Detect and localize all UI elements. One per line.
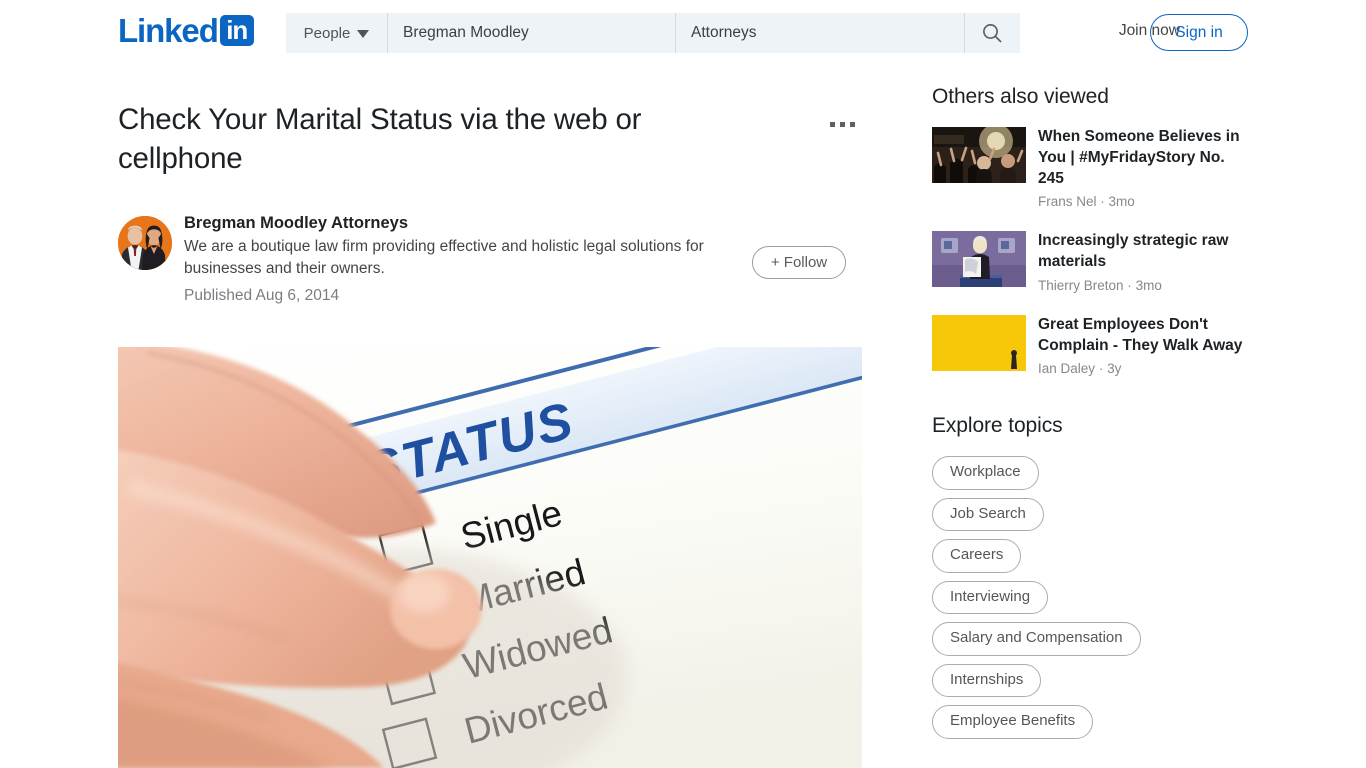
author-byline: Bregman Moodley Attorneys We are a bouti… [118,213,862,308]
podium-speaker-thumbnail [932,231,1026,288]
global-header: Linked in People Join now Sign in [0,0,1366,66]
list-item-meta: Thierry Breton · 3mo [1038,278,1252,293]
topic-pill-employee-benefits[interactable]: Employee Benefits [932,705,1094,739]
list-item-body: Great Employees Don't Complain - They Wa… [1038,315,1252,377]
article-header: Check Your Marital Status via the web or… [118,100,862,178]
list-item-author: Ian Daley [1038,361,1096,377]
logo-in-badge: in [219,15,254,46]
meta-separator: · [1127,277,1132,293]
list-item-meta: Ian Daley · 3y [1038,361,1252,376]
search-icon [982,24,1002,43]
follow-button[interactable]: + Follow [752,246,846,279]
sign-in-button[interactable]: Sign in [1150,14,1248,51]
avatar[interactable] [118,216,172,270]
search-submit-button[interactable] [964,13,1018,53]
ellipsis-icon[interactable] [830,122,855,127]
crowd-concert-thumbnail [932,127,1026,183]
author-description: We are a boutique law firm providing eff… [184,238,704,278]
topic-pill-internships[interactable]: Internships [932,663,1042,698]
others-also-viewed-heading: Others also viewed [932,85,1109,108]
search-facet-dropdown[interactable]: People [286,13,388,53]
list-item-title[interactable]: When Someone Believes in You | #MyFriday… [1038,127,1252,189]
article-title: Check Your Marital Status via the web or… [118,103,642,176]
published-date: Published Aug 6, 2014 [184,287,340,305]
list-item-title[interactable]: Great Employees Don't Complain - They Wa… [1038,315,1252,357]
list-item-author: Frans Nel [1038,194,1097,210]
search-bar: People [286,13,1020,53]
list-item-meta: Frans Nel · 3mo [1038,194,1252,209]
topic-pill-careers[interactable]: Careers [932,539,1022,573]
yellow-wall-thumbnail [932,314,1026,371]
list-item-age: 3mo [1135,277,1162,293]
list-item[interactable]: Great Employees Don't Complain - They Wa… [932,314,1252,377]
right-rail: Others also viewed When Someone Believes… [932,85,1252,739]
topic-pill-interviewing[interactable]: Interviewing [932,580,1049,615]
search-keywords-input[interactable] [388,13,676,53]
article-hero-image: STATUS Single Married Widowed Divorced [118,347,862,768]
author-name[interactable]: Bregman Moodley Attorneys [184,213,744,234]
marital-status-form-photo: STATUS Single Married Widowed Divorced [118,347,862,768]
list-item-author: Thierry Breton [1038,277,1124,293]
list-item[interactable]: Increasingly strategic raw materials Thi… [932,231,1252,293]
list-item-body: Increasingly strategic raw materials Thi… [1038,231,1252,293]
search-facet-label: People [303,24,351,42]
meta-separator: · [1098,361,1104,377]
topic-pill-salary-and-compensation[interactable]: Salary and Compensation [932,622,1141,656]
chevron-down-icon [357,30,370,38]
explore-topics-list: Workplace Job Search Careers Interviewin… [932,456,1252,739]
list-item[interactable]: When Someone Believes in You | #MyFriday… [932,127,1252,209]
list-item-body: When Someone Believes in You | #MyFriday… [1038,127,1252,209]
meta-separator: · [1100,194,1105,210]
list-item-age: 3mo [1108,194,1135,210]
topic-pill-job-search[interactable]: Job Search [932,497,1044,532]
list-item-title[interactable]: Increasingly strategic raw materials [1038,231,1252,273]
topic-pill-workplace[interactable]: Workplace [932,456,1039,490]
linkedin-logo[interactable]: Linked in [118,14,254,47]
search-title-input[interactable] [676,13,964,53]
list-item-age: 3y [1107,361,1122,377]
explore-topics-heading: Explore topics [932,414,1063,438]
author-avatar [118,216,172,270]
author-info: Bregman Moodley Attorneys We are a bouti… [184,213,744,305]
logo-wordmark: Linked [118,12,219,49]
